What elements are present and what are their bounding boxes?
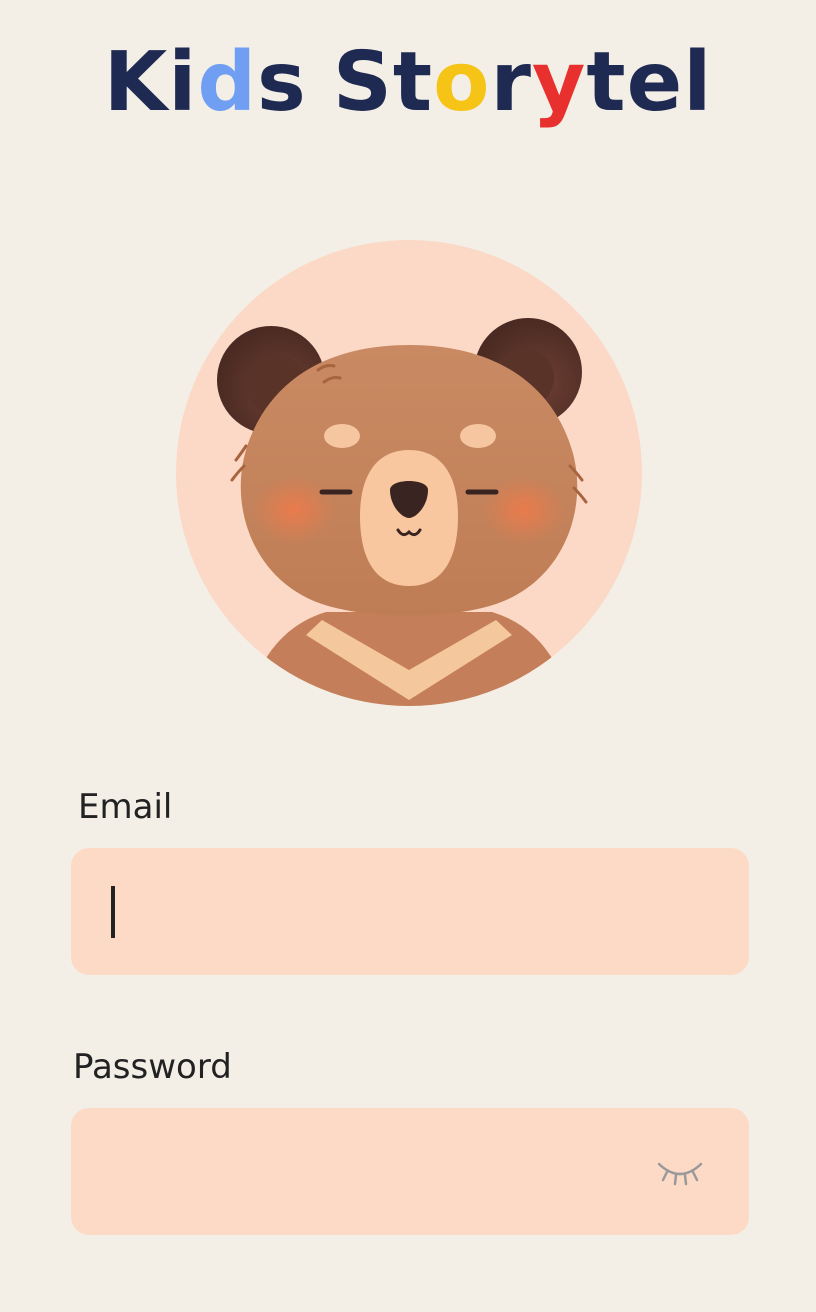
kids-storytel-logo: Kids Storytel [0,42,816,124]
text-cursor [111,886,115,938]
password-input[interactable] [71,1108,749,1235]
logo-letter: d [197,35,258,130]
logo-letter: t [392,35,434,130]
email-input[interactable] [71,848,749,975]
logo-letter: t [586,35,627,130]
logo-word-kids: Kids [104,42,307,124]
logo-letter: K [103,35,169,130]
email-label: Email [78,787,173,827]
logo-letter: e [626,35,684,130]
logo-letter: l [683,35,713,130]
login-screen: Kids Storytel Email Password [0,0,816,1312]
bear-avatar [176,240,642,706]
password-label: Password [73,1047,232,1087]
logo-letter: s [257,35,307,130]
bear-avatar-icon [217,318,588,706]
eye-closed-icon[interactable] [655,1158,705,1188]
password-field-container[interactable] [71,1108,749,1235]
logo-word-storytel: Storytel [333,42,712,124]
email-field-container[interactable] [71,848,749,975]
logo-letter: o [433,35,491,130]
logo-letter: r [490,35,532,130]
logo-letter: i [168,35,198,130]
logo-letter: S [332,35,393,130]
logo-letter: y [531,35,587,130]
